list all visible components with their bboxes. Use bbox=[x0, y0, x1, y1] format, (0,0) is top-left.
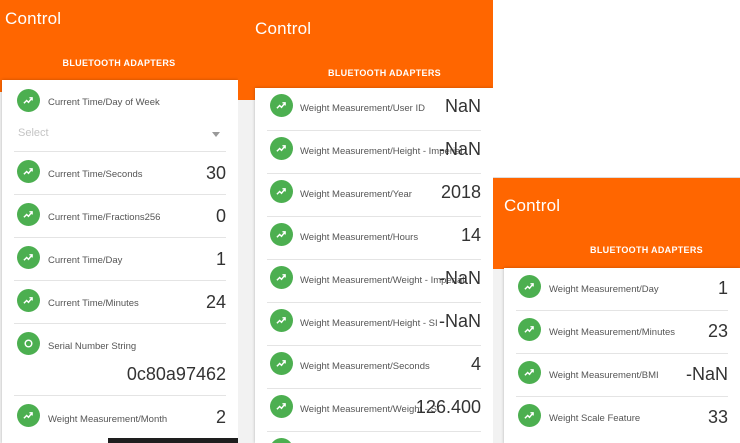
list-item-value: -NaN bbox=[438, 268, 481, 288]
list-item-label: Weight Measurement/User ID bbox=[300, 103, 425, 114]
list-item[interactable]: Weight Measurement/Height - SI -NaN bbox=[267, 303, 481, 346]
app-bar: Control BLUETOOTH ADAPTERS bbox=[0, 0, 238, 92]
stage: Control BLUETOOTH ADAPTERS Current Time/… bbox=[0, 0, 740, 443]
trending-up-icon bbox=[17, 160, 40, 183]
trending-up-icon bbox=[270, 352, 293, 375]
system-nav-bar bbox=[108, 438, 238, 443]
trending-up-icon bbox=[270, 438, 293, 443]
list-item[interactable]: Weight Measurement/Year 2018 bbox=[267, 174, 481, 217]
list-item-label: Weight Measurement/Height - SI bbox=[300, 318, 438, 329]
list-item[interactable]: Weight Measurement/Day 1 bbox=[516, 268, 728, 311]
day-of-week-select[interactable]: Select bbox=[14, 116, 226, 152]
trending-up-icon bbox=[17, 404, 40, 427]
trending-up-icon bbox=[270, 180, 293, 203]
screen-3: Control BLUETOOTH ADAPTERS Weight Measur… bbox=[493, 177, 740, 443]
list-item[interactable]: Current Time/Minutes 24 bbox=[14, 281, 226, 324]
list-item-label: Current Time/Minutes bbox=[48, 298, 139, 309]
characteristics-card: Weight Measurement/Day 1 Weight Measurem… bbox=[504, 268, 740, 443]
list-item-label: Weight Measurement/Hours bbox=[300, 232, 419, 243]
list-item[interactable]: Weight Measurement/User ID NaN bbox=[267, 88, 481, 131]
list-item-value: NaN bbox=[444, 96, 481, 116]
list-item[interactable]: Weight Scale Feature 33 bbox=[516, 397, 728, 440]
list-item-label: Weight Measurement/Month bbox=[48, 414, 168, 425]
screen-1: Control BLUETOOTH ADAPTERS Current Time/… bbox=[0, 0, 238, 443]
list-item[interactable]: Weight Measurement/Seconds 4 bbox=[267, 346, 481, 389]
list-item-label: Serial Number String bbox=[48, 341, 137, 352]
list-item[interactable]: Current Time/Fractions256 0 bbox=[14, 195, 226, 238]
list-item-value: 2018 bbox=[440, 182, 481, 202]
list-item[interactable]: Weight Measurement/BMI -NaN bbox=[516, 354, 728, 397]
trending-up-icon bbox=[270, 266, 293, 289]
list-item-partial[interactable] bbox=[267, 432, 481, 443]
trending-up-icon bbox=[17, 246, 40, 269]
trending-up-icon bbox=[17, 89, 40, 112]
list-item-value: -NaN bbox=[438, 139, 481, 159]
list-item-value: 1 bbox=[717, 278, 728, 298]
list-item-day-of-week[interactable]: Current Time/Day of Week bbox=[2, 80, 238, 116]
list-item-label: Weight Scale Feature bbox=[549, 413, 641, 424]
list-item-value: 24 bbox=[205, 292, 226, 312]
list-item-value: 2 bbox=[215, 407, 226, 427]
page-title: Control bbox=[255, 19, 312, 38]
list-item[interactable]: Weight Measurement/Weight - SI 126.400 bbox=[267, 389, 481, 432]
page-title: Control bbox=[5, 9, 62, 28]
list-item-label: Current Time/Day of Week bbox=[48, 97, 160, 108]
list-item[interactable]: Weight Measurement/Height - Imperial -Na… bbox=[267, 131, 481, 174]
screen-2: Control BLUETOOTH ADAPTERS Weight Measur… bbox=[238, 0, 493, 443]
page-title: Control bbox=[504, 196, 561, 215]
list-item[interactable]: Current Time/Seconds 30 bbox=[14, 152, 226, 195]
list-item[interactable]: Current Time/Day 1 bbox=[14, 238, 226, 281]
list-item-value: 0c80a97462 bbox=[126, 364, 226, 384]
list-item-serial-number[interactable]: Serial Number String 0c80a97462 bbox=[14, 324, 226, 396]
trending-up-icon bbox=[17, 203, 40, 226]
list-item-value: 33 bbox=[707, 407, 728, 427]
trending-up-icon bbox=[270, 137, 293, 160]
list-item-label: Current Time/Day bbox=[48, 255, 123, 266]
list-item-label: Current Time/Fractions256 bbox=[48, 212, 161, 223]
tab-bluetooth-adapters[interactable]: BLUETOOTH ADAPTERS bbox=[0, 58, 238, 68]
list-item-value: 1 bbox=[215, 249, 226, 269]
characteristics-card: Weight Measurement/User ID NaN Weight Me… bbox=[255, 88, 493, 443]
select-placeholder: Select bbox=[18, 127, 49, 139]
list-item[interactable]: Weight Measurement/Weight - Imperial -Na… bbox=[267, 260, 481, 303]
list-item-value: -NaN bbox=[685, 364, 728, 384]
list-item[interactable]: Weight Measurement/Minutes 23 bbox=[516, 311, 728, 354]
list-item-label: Weight Measurement/Minutes bbox=[549, 327, 676, 338]
list-item-label: Weight Measurement/Year bbox=[300, 189, 412, 200]
list-item-value: -NaN bbox=[438, 311, 481, 331]
list-item[interactable]: Weight Measurement/Hours 14 bbox=[267, 217, 481, 260]
list-item-value: 126.400 bbox=[415, 397, 481, 417]
list-item-label: Current Time/Seconds bbox=[48, 169, 143, 180]
list-item[interactable]: Weight Measurement/Month 2 bbox=[14, 396, 226, 443]
trending-up-icon bbox=[270, 309, 293, 332]
trending-up-icon bbox=[270, 94, 293, 117]
trending-up-icon bbox=[518, 404, 541, 427]
list-item-label: Weight Measurement/BMI bbox=[549, 370, 659, 381]
list-item-value: 30 bbox=[205, 163, 226, 183]
trending-up-icon bbox=[270, 395, 293, 418]
tab-bluetooth-adapters[interactable]: BLUETOOTH ADAPTERS bbox=[276, 68, 493, 78]
trending-up-icon bbox=[518, 361, 541, 384]
tab-bluetooth-adapters[interactable]: BLUETOOTH ADAPTERS bbox=[553, 245, 740, 255]
app-bar: Control BLUETOOTH ADAPTERS bbox=[238, 0, 493, 100]
app-bar: Control BLUETOOTH ADAPTERS bbox=[493, 178, 740, 269]
chevron-down-icon bbox=[212, 132, 220, 137]
list-item-label: Weight Measurement/Day bbox=[549, 284, 659, 295]
list-item-value: 14 bbox=[460, 225, 481, 245]
characteristics-card: Current Time/Day of Week Select Current … bbox=[2, 80, 238, 443]
trending-up-icon bbox=[518, 318, 541, 341]
list-item-label: Weight Measurement/Seconds bbox=[300, 361, 430, 372]
trending-up-icon bbox=[518, 275, 541, 298]
trending-up-icon bbox=[17, 289, 40, 312]
trending-up-icon bbox=[270, 223, 293, 246]
list-item-value: 0 bbox=[215, 206, 226, 226]
list-item-value: 23 bbox=[707, 321, 728, 341]
circle-icon bbox=[17, 332, 40, 355]
list-item-value: 4 bbox=[470, 354, 481, 374]
